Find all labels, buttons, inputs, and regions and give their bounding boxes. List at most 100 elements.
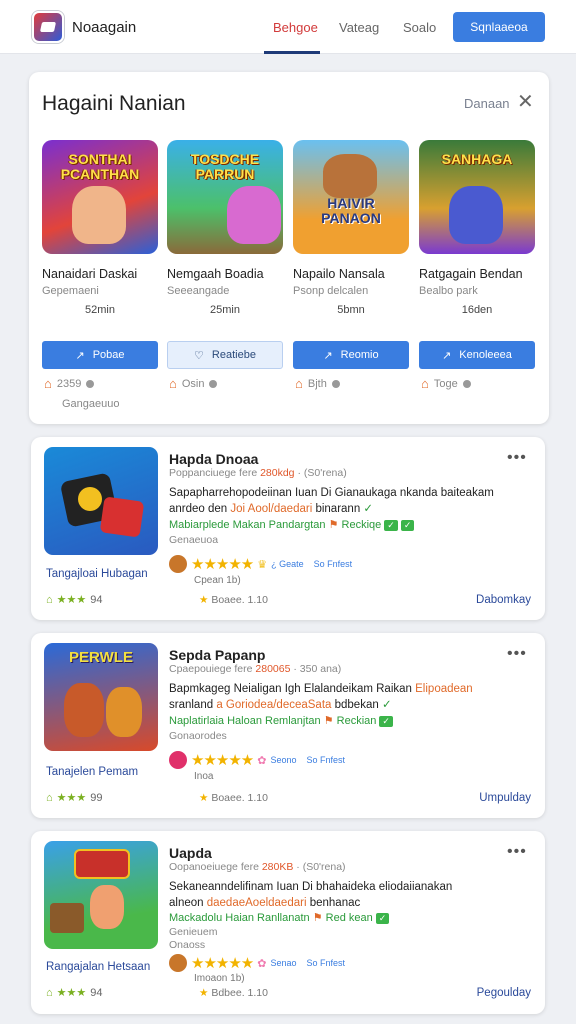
stat-value: 94 xyxy=(90,593,103,606)
meta-extra: · 350 ana) xyxy=(293,663,342,675)
tile-sub-1: Seeeangade xyxy=(167,285,230,297)
game-thumb[interactable] xyxy=(44,447,158,555)
tile-button-0[interactable]: ↗ Pobae xyxy=(42,341,158,369)
item-title[interactable]: Sepda Papanp xyxy=(169,647,265,663)
tile-duration-0: 52min xyxy=(85,304,115,316)
close-icon[interactable]: ✕ xyxy=(517,92,534,112)
home-icon: ⌂ xyxy=(295,376,303,391)
check-badge-icon: ✓ xyxy=(379,716,393,727)
star-icons: ★★★★★ xyxy=(191,556,254,573)
hero-link[interactable]: Danaan xyxy=(464,96,510,111)
more-icon[interactable]: ••• xyxy=(507,843,527,861)
rating-label: So Fnfest xyxy=(306,755,346,765)
app-logo[interactable] xyxy=(32,11,64,43)
tile-art-title: SONTHAI PCANTHAN xyxy=(60,151,140,182)
play-icon: ↗ xyxy=(75,349,85,362)
hero-tile-thumb-3[interactable]: SANHAGA xyxy=(419,140,535,254)
item-tag: Naplatirlaia Haloan Remlanjtan ⚑ Reckian… xyxy=(169,714,393,727)
item-rating: ★★★★★ ✿ Seono So Fnfest xyxy=(169,751,345,769)
tag-text: Naplatirlaia Haloan Remlanjtan xyxy=(169,715,321,727)
item-link[interactable]: Dabomkay xyxy=(476,594,531,606)
tile-button-1[interactable]: ♡ Reatiebe xyxy=(167,341,283,369)
item-description: Sekaneanndelifinam Iuan Di bhahaideka el… xyxy=(169,879,509,911)
tile-stat-value: 2359 xyxy=(56,377,82,390)
star-icon: ★ xyxy=(199,987,209,999)
game-thumb[interactable]: PERWLE xyxy=(44,643,158,751)
tag-text: Red kean xyxy=(325,912,373,924)
hero-tile-thumb-1[interactable]: TOSDCHE PARRUN xyxy=(167,140,283,254)
tile-art-title: SANHAGA xyxy=(441,151,513,167)
home-icon: ⌂ xyxy=(46,791,53,804)
app-name: Noaagain xyxy=(72,19,137,36)
item-stat: ⌂ ★★★ 99 xyxy=(46,791,103,805)
desc-text: bdbekan xyxy=(334,699,379,711)
item-score: ★ Boaee. 1.10 xyxy=(199,792,268,804)
heart-icon: ♡ xyxy=(194,349,204,362)
nav-item-0[interactable]: Behgoe xyxy=(273,20,318,35)
item-link[interactable]: Umpulday xyxy=(479,792,531,804)
score-value: Boaee. 1.10 xyxy=(211,792,268,804)
hero-tile-thumb-0[interactable]: SONTHAI PCANTHAN xyxy=(42,140,158,254)
tile-duration-1: 25min xyxy=(210,304,240,316)
nav-item-1[interactable]: Vateag xyxy=(339,20,379,35)
developer-name[interactable]: Rangajalan Hetsaan xyxy=(46,961,150,973)
hero-footer: Gangaeuuo xyxy=(62,398,120,410)
dot-icon xyxy=(86,379,95,388)
home-icon: ⌂ xyxy=(169,376,177,391)
more-icon[interactable]: ••• xyxy=(507,449,527,467)
more-icon[interactable]: ••• xyxy=(507,645,527,663)
tile-stat-0: ⌂ 2359 xyxy=(44,376,95,391)
item-small: Cpean 1b) xyxy=(194,575,241,586)
tile-name-3[interactable]: Ratgagain Bendan xyxy=(419,267,523,281)
item-category: Genaeuoa xyxy=(169,534,219,546)
developer-name[interactable]: Tanajelen Pemam xyxy=(46,766,138,778)
meta-highlight: 280065 xyxy=(255,663,291,675)
developer-name[interactable]: Tangajloai Hubagan xyxy=(46,568,148,580)
item-small: Imoaon 1b) xyxy=(194,973,245,984)
home-icon: ⌂ xyxy=(44,376,52,391)
tile-stat-value: Toge xyxy=(433,377,458,390)
item-description: Sapapharrehopodeiinan Iuan Di Gianaukaga… xyxy=(169,485,509,517)
nav-item-2[interactable]: Soalo xyxy=(403,20,436,35)
desc-text: alneon xyxy=(169,897,204,909)
tag-text: Mabiarplede Makan Pandargtan xyxy=(169,519,326,531)
desc-text: Sekaneanndelifinam Iuan Di bhahaideka el… xyxy=(169,881,453,893)
tile-name-1[interactable]: Nemgaah Boadia xyxy=(167,267,264,281)
meta-highlight: 280KB xyxy=(261,861,294,873)
rating-extra: Seono xyxy=(270,755,297,765)
tile-duration-2: 5bmn xyxy=(337,304,365,316)
hero-tile-thumb-2[interactable]: HAIVIR PANAON xyxy=(293,140,409,254)
tag-text: Mackadolu Haian Ranllanatn xyxy=(169,912,310,924)
item-meta: Poppanciuege fere 280kdg · (S0'rena) xyxy=(169,467,347,479)
star-icons: ★★★ xyxy=(56,987,87,999)
desc-text: Bapmkageg Neialigan Igh Elalandeikam Rai… xyxy=(169,683,412,695)
leaf-icon: ✓ xyxy=(381,699,392,711)
list-item[interactable]: Uapda ••• Oopanoeiuege fere 280KB · (S0'… xyxy=(31,831,545,1014)
dot-icon xyxy=(331,379,340,388)
list-item[interactable]: PERWLE Sepda Papanp ••• Cpaepouiege fere… xyxy=(31,633,545,818)
star-icon: ★ xyxy=(199,594,209,606)
item-meta: Cpaepouiege fere 280065 · 350 ana) xyxy=(169,663,341,675)
dot-icon xyxy=(462,379,471,388)
item-link[interactable]: Pegoulday xyxy=(477,987,531,999)
item-title[interactable]: Uapda xyxy=(169,845,212,861)
header-action-button[interactable]: Sqnlaaeoa xyxy=(453,12,545,42)
check-badge-icon: ✓ xyxy=(375,913,390,924)
rating-label: So Fnfest xyxy=(313,559,353,569)
tile-button-2[interactable]: ↗ Reomio xyxy=(293,341,409,369)
tile-stat-value: Bjth xyxy=(307,377,327,390)
star-icons: ★★★ xyxy=(56,594,87,606)
item-title[interactable]: Hapda Dnoaa xyxy=(169,451,258,467)
game-thumb[interactable] xyxy=(44,841,158,949)
item-score: ★ Bdbee. 1.10 xyxy=(199,987,268,999)
item-meta: Oopanoeiuege fere 280KB · (S0'rena) xyxy=(169,861,346,873)
list-item[interactable]: Hapda Dnoaa ••• Poppanciuege fere 280kdg… xyxy=(31,437,545,620)
item-small: Inoa xyxy=(194,771,214,782)
play-icon: ↗ xyxy=(323,349,333,362)
tile-button-3[interactable]: ↗ Kenoleeea xyxy=(419,341,535,369)
item-score: ★ Boaee. 1.10 xyxy=(199,594,268,606)
item-category-2: Onaoss xyxy=(169,939,206,951)
tile-name-2[interactable]: Napailo Nansala xyxy=(293,267,385,281)
stat-value: 94 xyxy=(90,986,103,999)
tile-name-0[interactable]: Nanaidari Daskai xyxy=(42,267,137,281)
